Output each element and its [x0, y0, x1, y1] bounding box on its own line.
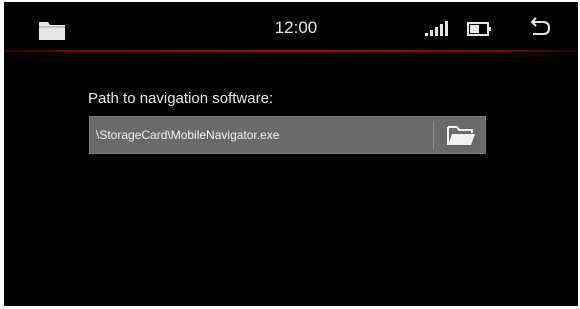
- signal-strength-icon: [423, 19, 451, 37]
- path-field[interactable]: \StorageCard\MobileNavigator.exe: [89, 116, 486, 154]
- app-screen: 12:00 Path to navigation software: \Stor…: [4, 2, 578, 306]
- back-arrow-icon[interactable]: [527, 16, 553, 38]
- browse-button[interactable]: [434, 117, 486, 153]
- status-bar: 12:00: [4, 2, 578, 50]
- folder-icon[interactable]: [38, 19, 66, 41]
- battery-icon: [467, 21, 493, 37]
- path-value[interactable]: \StorageCard\MobileNavigator.exe: [96, 117, 279, 153]
- open-folder-icon: [447, 126, 475, 145]
- path-label: Path to navigation software:: [88, 90, 274, 107]
- status-divider: [4, 50, 578, 52]
- clock: 12:00: [274, 18, 318, 37]
